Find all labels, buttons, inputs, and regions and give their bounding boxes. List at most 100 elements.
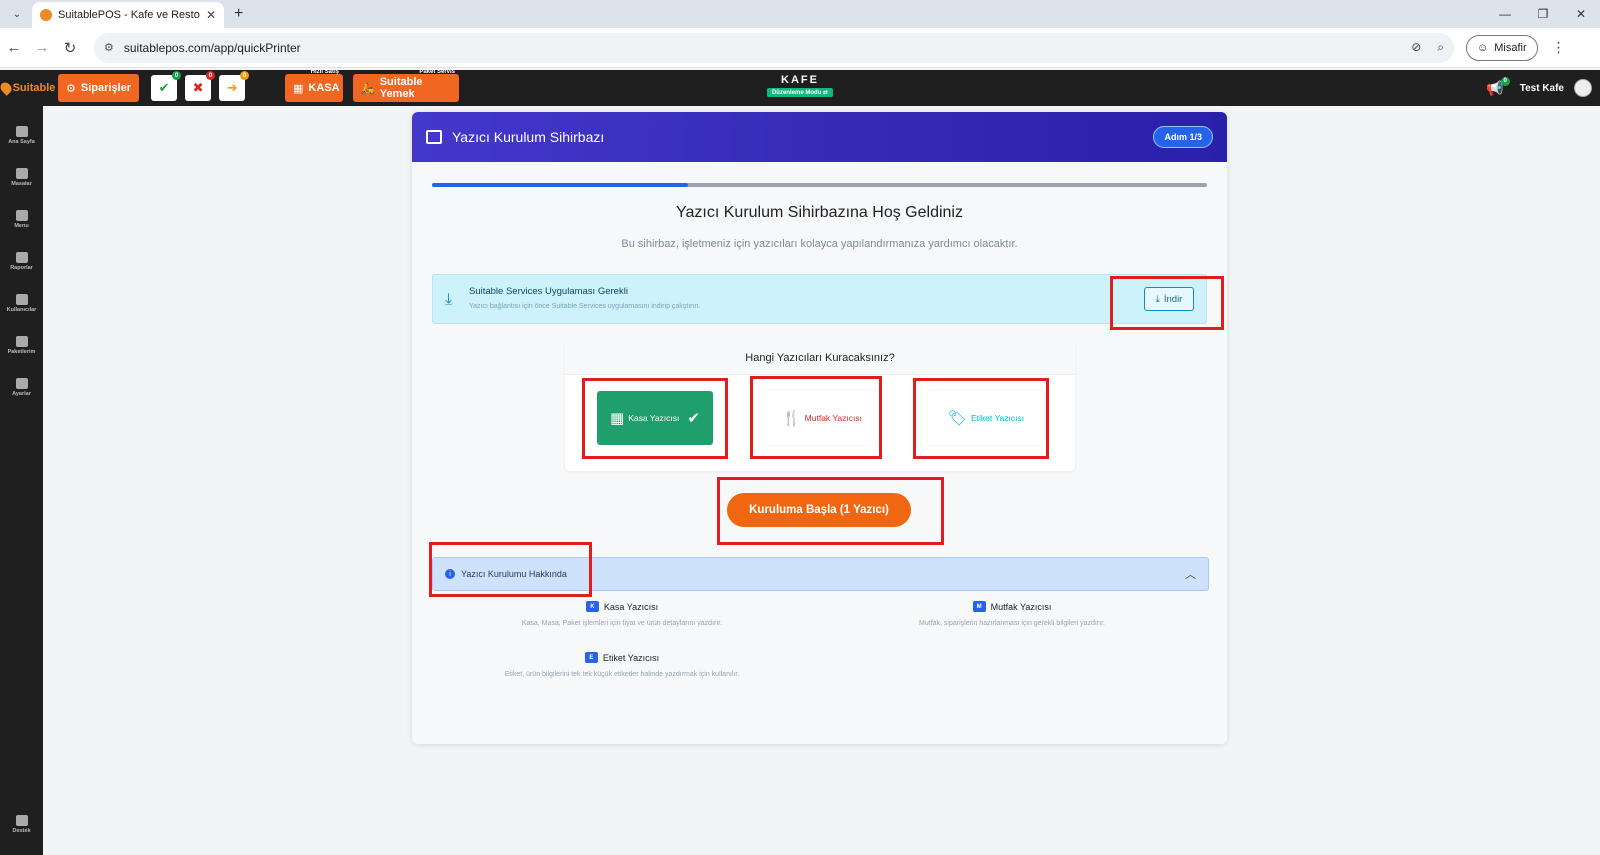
- address-bar-row: ← → ↻ ⚙ suitablepos.com/app/quickPrinter…: [0, 28, 1600, 68]
- kitchen-printer-definition: M Mutfak Yazıcısı Mutfak, siparişlerin ha…: [862, 601, 1162, 627]
- logo-pin-icon: [0, 80, 14, 96]
- sidebar-item-settings[interactable]: Ayarlar: [0, 366, 43, 408]
- reload-icon[interactable]: ↻: [56, 39, 84, 57]
- progress-bar: [432, 183, 1207, 187]
- profile-label: Misafir: [1494, 41, 1527, 54]
- notification-count: 0: [1500, 76, 1510, 86]
- approved-orders-button[interactable]: ✔ 0: [151, 71, 182, 101]
- label-printer-definition: E Etiket Yazıcısı Etiket, ürün bilgilerin…: [452, 652, 792, 678]
- sidebar-item-label: Menu: [14, 222, 29, 229]
- venue-title: KAFE: [781, 74, 819, 86]
- sidebar: Ana Sayfa Masalar Menu Raporlar Kullanıc…: [0, 106, 43, 855]
- cash-printer-definition: K Kasa Yazıcısı Kasa, Masa, Paket işlemle…: [472, 601, 772, 627]
- sidebar-item-users[interactable]: Kullanıcılar: [0, 282, 43, 324]
- browser-tab[interactable]: SuitablePOS - Kafe ve Restoran ✕: [32, 2, 224, 28]
- sidebar-item-reports[interactable]: Raporlar: [0, 240, 43, 282]
- orders-label: Siparişler: [80, 82, 132, 94]
- quick-sale-caption: Hızlı Satış: [310, 69, 340, 75]
- app-logo[interactable]: Suitable: [0, 70, 56, 106]
- quick-sale-button[interactable]: Hızlı Satış ▦ KASA: [285, 69, 344, 102]
- chevron-up-icon[interactable]: ︿: [1185, 566, 1196, 582]
- browser-menu-icon[interactable]: ⋮: [1552, 39, 1566, 56]
- definition-title: Kasa Yazıcısı: [603, 601, 659, 612]
- url-text: suitablepos.com/app/quickPrinter: [123, 40, 301, 55]
- close-window-icon[interactable]: ✕: [1562, 0, 1600, 28]
- quick-sale-label: KASA: [308, 82, 340, 94]
- highlight-start-button: [717, 477, 944, 545]
- sidebar-item-label: Masalar: [11, 180, 32, 187]
- sidebar-item-support[interactable]: Destek: [0, 803, 43, 845]
- definition-text: Kasa, Masa, Paket işlemleri için fiyat v…: [521, 620, 723, 627]
- progress-fill: [432, 183, 688, 187]
- download-icon: ⤓: [445, 291, 453, 308]
- favicon-icon: [40, 9, 52, 21]
- logo-text: Suitable: [12, 82, 56, 94]
- app-topbar: Suitable ⚙ Siparişler ✔ 0 ✖ 0 ➜ 0 Hızlı …: [0, 69, 1600, 106]
- alert-title: Suitable Services Uygulaması Gerekli: [469, 286, 628, 297]
- alert-text: Yazıcı bağlantısı için önce Suitable Ser…: [469, 303, 701, 310]
- highlight-kitchen-printer: [750, 376, 882, 459]
- megaphone-icon[interactable]: 📢 0: [1486, 76, 1510, 97]
- new-tab-icon[interactable]: +: [234, 5, 243, 23]
- highlight-cash-printer: [582, 378, 728, 459]
- sidebar-item-label: Paketlerim: [7, 348, 36, 355]
- package-label: Suitable Yemek: [379, 76, 423, 100]
- tab-title: SuitablePOS - Kafe ve Restoran: [58, 9, 200, 21]
- definition-title: Mutfak Yazıcısı: [990, 601, 1052, 612]
- browser-tab-strip: ⌄ SuitablePOS - Kafe ve Restoran ✕ + — ❐…: [0, 0, 1600, 28]
- sidebar-item-home[interactable]: Ana Sayfa: [0, 114, 43, 156]
- printer-question: Hangi Yazıcıları Kuracaksınız?: [565, 341, 1075, 375]
- home-icon: [15, 125, 28, 137]
- edit-mode-badge[interactable]: Düzenleme Modu ⇄: [766, 88, 834, 97]
- report-icon: [15, 251, 28, 263]
- definition-title: Etiket Yazıcısı: [602, 652, 660, 663]
- user-name[interactable]: Test Kafe: [1520, 83, 1564, 94]
- sidebar-item-label: Destek: [12, 827, 31, 834]
- key-badge: E: [584, 652, 598, 663]
- minimize-icon[interactable]: —: [1486, 0, 1524, 28]
- restore-icon[interactable]: ❐: [1524, 0, 1562, 28]
- key-badge: M: [972, 601, 986, 612]
- sidebar-item-menu[interactable]: Menu: [0, 198, 43, 240]
- package-service-button[interactable]: Paket Servis 🛵 Suitable Yemek: [353, 69, 460, 102]
- tab-search-chevron-icon[interactable]: ⌄: [6, 3, 28, 25]
- users-icon: [15, 293, 28, 305]
- printer-icon: [426, 130, 442, 144]
- sidebar-item-label: Raporlar: [10, 264, 33, 271]
- pending-orders-button[interactable]: ➜ 0: [219, 71, 250, 101]
- avatar[interactable]: [1574, 79, 1592, 97]
- zoom-icon[interactable]: ⌕: [1437, 40, 1444, 55]
- close-tab-icon[interactable]: ✕: [206, 8, 216, 22]
- services-required-alert: ⤓ Suitable Services Uygulaması Gerekli Y…: [432, 274, 1207, 324]
- eye-off-icon[interactable]: ⊘: [1411, 40, 1421, 55]
- sidebar-item-tables[interactable]: Masalar: [0, 156, 43, 198]
- welcome-subtitle: Bu sihirbaz, işletmeniz için yazıcıları …: [621, 238, 1018, 250]
- welcome-heading: Yazıcı Kurulum Sihirbazına Hoş Geldiniz: [676, 204, 963, 221]
- chat-icon: [15, 814, 28, 826]
- window-controls: — ❐ ✕: [1486, 0, 1600, 28]
- gears-icon: [15, 377, 28, 389]
- about-accordion-body: K Kasa Yazıcısı Kasa, Masa, Paket işlemle…: [432, 591, 1209, 711]
- url-field[interactable]: ⚙ suitablepos.com/app/quickPrinter ⊘ ⌕: [94, 32, 1454, 63]
- highlight-about: [429, 542, 592, 597]
- site-info-icon[interactable]: ⚙: [104, 41, 114, 54]
- gift-icon: [15, 335, 28, 347]
- motorcycle-icon: 🛵: [361, 82, 375, 95]
- venue-mode: KAFE Düzenleme Modu ⇄: [766, 74, 834, 97]
- sidebar-item-label: Kullanıcılar: [6, 306, 37, 313]
- fork-knife-icon: [15, 209, 28, 221]
- sidebar-item-packages[interactable]: Paketlerim: [0, 324, 43, 366]
- forward-icon[interactable]: →: [28, 39, 56, 56]
- profile-button[interactable]: ☺ Misafir: [1466, 34, 1538, 61]
- cancelled-count-badge: 0: [206, 71, 216, 80]
- wizard-header: Yazıcı Kurulum Sihirbazı Adım 1/3: [412, 112, 1227, 162]
- table-icon: [15, 167, 28, 179]
- highlight-label-printer: [913, 378, 1049, 459]
- orders-button[interactable]: ⚙ Siparişler: [58, 74, 140, 102]
- cash-register-icon: ▦: [293, 82, 304, 95]
- key-badge: K: [585, 601, 599, 612]
- gears-icon: ⚙: [66, 82, 76, 95]
- back-icon[interactable]: ←: [0, 39, 28, 56]
- cancelled-orders-button[interactable]: ✖ 0: [185, 71, 216, 101]
- wizard-title: Yazıcı Kurulum Sihirbazı: [452, 129, 605, 145]
